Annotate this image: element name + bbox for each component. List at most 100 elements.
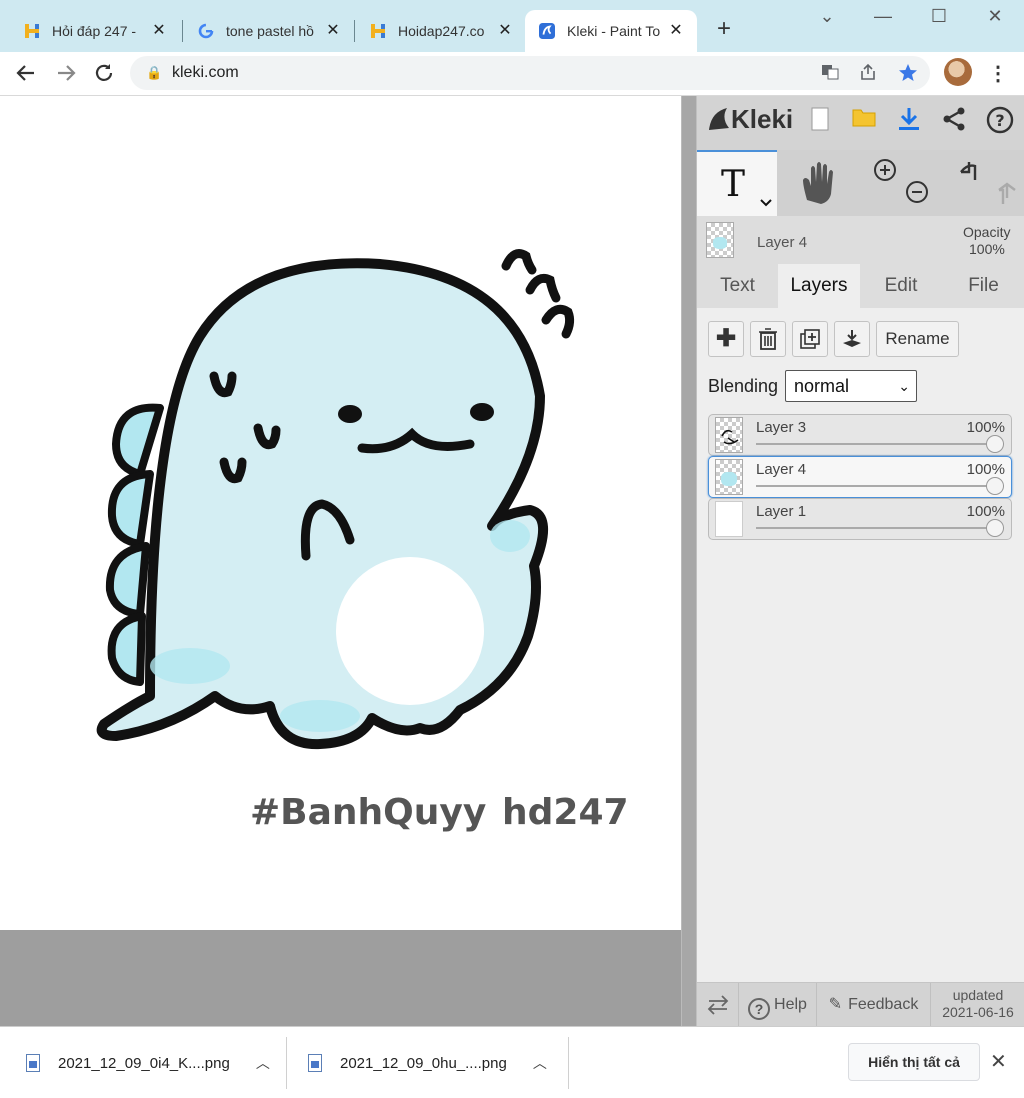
hand-icon: [803, 162, 833, 204]
duplicate-layer-button[interactable]: [792, 321, 828, 357]
drawing-text-hashtag: #BanhQuyy: [250, 792, 486, 833]
window-close-icon[interactable]: ✕: [983, 6, 1007, 30]
drawing-canvas[interactable]: #BanhQuyy hd247: [0, 96, 681, 930]
slider-knob[interactable]: [986, 519, 1004, 537]
layer-name: Layer 3: [756, 419, 807, 436]
layer-row[interactable]: Layer 1 100%: [708, 498, 1012, 540]
maximize-icon[interactable]: ☐: [927, 6, 951, 30]
minimize-icon[interactable]: —: [871, 6, 895, 30]
profile-avatar[interactable]: [944, 58, 972, 86]
tab-hoidap-1[interactable]: Hỏi đáp 247 - ✕: [0, 10, 180, 52]
tab-hoidap-2[interactable]: Hoidap247.co ✕: [346, 10, 526, 52]
download-item[interactable]: 2021_12_09_0hu_....png ︿: [308, 1037, 547, 1089]
close-icon[interactable]: ✕: [667, 22, 685, 40]
layer-opacity: 100%: [966, 461, 1005, 478]
new-tab-button[interactable]: +: [712, 17, 736, 42]
opacity-label: Opacity: [963, 224, 1011, 240]
share-icon: [943, 107, 965, 131]
tab-edit[interactable]: Edit: [860, 264, 942, 308]
open-button[interactable]: [849, 106, 879, 136]
back-arrow-icon: [16, 65, 34, 81]
layer-row[interactable]: Layer 3 100%: [708, 414, 1012, 456]
help-button[interactable]: ?: [985, 106, 1015, 136]
back-button[interactable]: [14, 62, 38, 86]
tool-row: T: [697, 150, 1024, 216]
close-downloads-icon[interactable]: ✕: [990, 1049, 1007, 1074]
opacity-value[interactable]: 100%: [969, 241, 1005, 257]
blending-select[interactable]: normal ⌄: [785, 370, 917, 402]
current-layer-name: Layer 4: [757, 234, 808, 251]
bookmark-star-icon[interactable]: [898, 63, 918, 83]
undo-redo-icon: [960, 162, 1016, 204]
layer-name: Layer 4: [756, 461, 807, 478]
layer-thumbnail: [715, 501, 743, 537]
reload-button[interactable]: [92, 62, 116, 86]
share-button[interactable]: [939, 106, 969, 136]
drawing-text-signature: hd247: [502, 792, 629, 833]
download-separator: [286, 1037, 287, 1089]
layer-opacity-slider[interactable]: [756, 485, 1004, 487]
slider-knob[interactable]: [986, 435, 1004, 453]
tab-search-icon[interactable]: ⌄: [815, 6, 839, 30]
help-label: Help: [774, 996, 807, 1013]
share-page-icon[interactable]: [858, 63, 878, 83]
canvas-workspace[interactable]: #BanhQuyy hd247: [0, 96, 696, 1026]
layer-row-selected[interactable]: Layer 4 100%: [708, 456, 1012, 498]
tab-title: Hoidap247.co: [398, 23, 485, 39]
zoom-icon: [874, 159, 928, 203]
text-tool-button[interactable]: T: [697, 150, 777, 216]
download-item[interactable]: 2021_12_09_0i4_K....png ︿: [26, 1037, 270, 1089]
help-footer-button[interactable]: ? Help: [739, 983, 817, 1027]
address-bar[interactable]: 🔒 kleki.com: [130, 56, 930, 90]
delete-layer-button[interactable]: [750, 321, 786, 357]
tab-title: Kleki - Paint To: [567, 23, 661, 39]
hoidap-favicon-icon: [370, 23, 386, 39]
tab-kleki[interactable]: Kleki - Paint To ✕: [525, 10, 697, 52]
dino-drawing: #BanhQuyy hd247: [96, 249, 629, 833]
kleki-logo-icon: [707, 106, 731, 132]
zoom-tool-button[interactable]: [859, 150, 941, 216]
browser-tab-strip: Hỏi đáp 247 - ✕ tone pastel hồ ✕ Hoidap2…: [0, 0, 1024, 52]
rename-layer-button[interactable]: Rename: [876, 321, 959, 357]
chevron-up-icon[interactable]: ︿: [256, 1053, 270, 1073]
close-icon[interactable]: ✕: [150, 22, 168, 40]
forward-button[interactable]: [54, 62, 78, 86]
tab-text[interactable]: Text: [697, 264, 778, 308]
png-file-icon: [308, 1054, 322, 1072]
feedback-button[interactable]: ✎ Feedback: [817, 983, 931, 1027]
close-icon[interactable]: ✕: [496, 22, 514, 40]
tab-title: Hỏi đáp 247 -: [52, 23, 137, 39]
vertical-scrollbar[interactable]: [681, 96, 696, 1026]
merge-layer-button[interactable]: [834, 321, 870, 357]
save-button[interactable]: [894, 106, 924, 136]
swap-sides-button[interactable]: [697, 983, 739, 1027]
svg-text:?: ?: [995, 111, 1004, 130]
text-tool-icon: T: [721, 164, 772, 207]
new-image-button[interactable]: [805, 106, 835, 136]
tab-google[interactable]: tone pastel hồ ✕: [174, 10, 354, 52]
layer-opacity: 100%: [966, 419, 1005, 436]
duplicate-icon: [800, 329, 820, 349]
hand-tool-button[interactable]: [777, 150, 859, 216]
add-layer-button[interactable]: ✚: [708, 321, 744, 357]
tab-file[interactable]: File: [942, 264, 1024, 308]
layer-opacity-slider[interactable]: [756, 443, 1004, 445]
current-layer-thumbnail: [706, 222, 734, 258]
undo-redo-buttons[interactable]: [941, 150, 1024, 216]
panel-footer: ? Help ✎ Feedback updated 2021-06-16: [697, 982, 1024, 1027]
layer-opacity-slider[interactable]: [756, 527, 1004, 529]
close-icon[interactable]: ✕: [324, 22, 342, 40]
google-favicon-icon: [198, 23, 214, 39]
chevron-up-icon[interactable]: ︿: [533, 1053, 547, 1073]
translate-icon[interactable]: [820, 63, 840, 83]
show-all-downloads-button[interactable]: Hiển thị tất cả: [848, 1043, 980, 1081]
layer-name: Layer 1: [756, 503, 807, 520]
kleki-logo-text: Kleki: [731, 104, 794, 134]
svg-text:T: T: [721, 164, 745, 205]
layer-opacity: 100%: [966, 503, 1005, 520]
slider-knob[interactable]: [986, 477, 1004, 495]
tab-layers[interactable]: Layers: [778, 264, 860, 308]
browser-menu-icon[interactable]: ⋮: [988, 61, 1008, 86]
png-file-icon: [26, 1054, 40, 1072]
updated-info: updated 2021-06-16: [931, 987, 1024, 1021]
